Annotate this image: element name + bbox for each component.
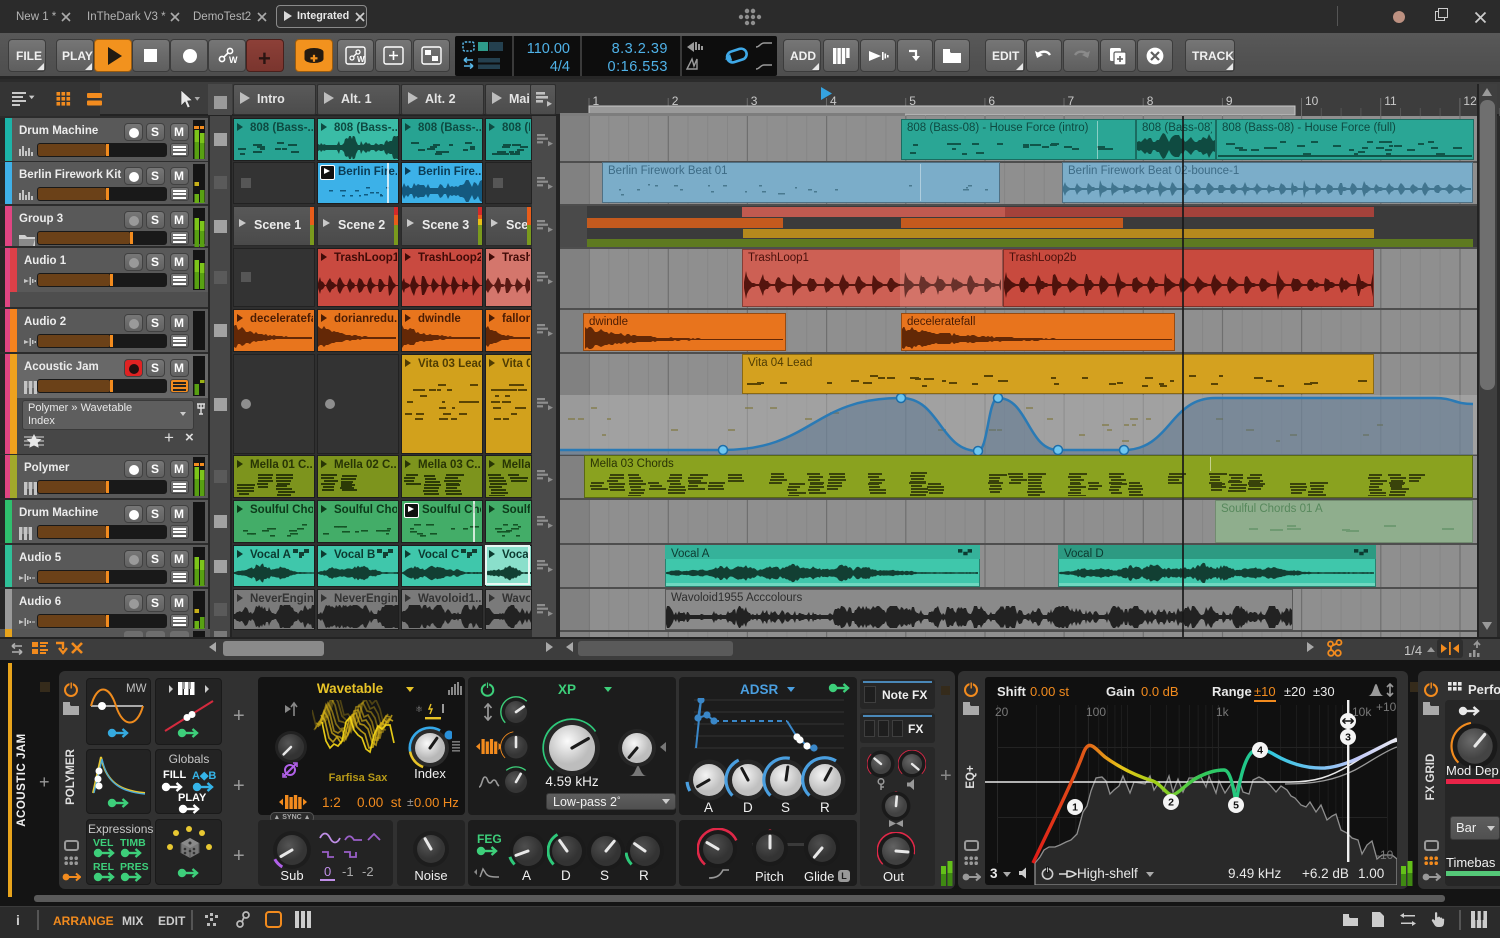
svg-text:W: W [357,55,365,64]
svg-text:11: 11 [1384,94,1397,108]
svg-text:W: W [229,55,238,65]
svg-text:⚛: ⚛ [415,704,423,714]
svg-text:3: 3 [1345,732,1351,744]
svg-text:4: 4 [1257,745,1263,757]
svg-text:5: 5 [1233,800,1239,812]
svg-text:1: 1 [1072,802,1078,814]
svg-text:2: 2 [1168,797,1174,809]
svg-text:12: 12 [1463,94,1477,108]
svg-text:10: 10 [1305,94,1319,108]
